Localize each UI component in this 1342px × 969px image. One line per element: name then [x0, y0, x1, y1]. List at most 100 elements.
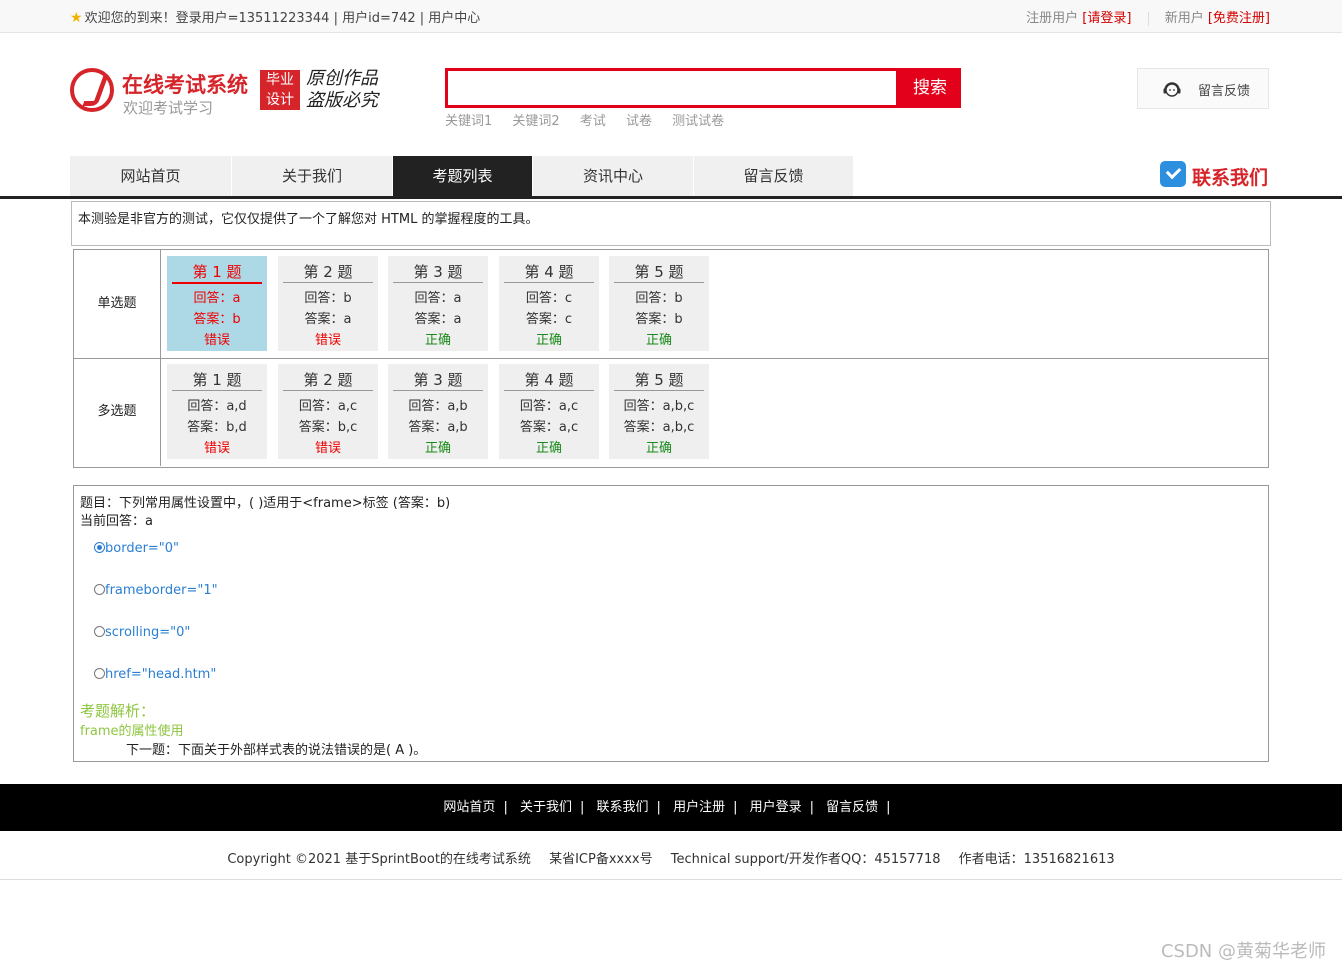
nav-item-feedback[interactable]: 留言反馈 — [694, 156, 854, 196]
nav-item-news[interactable]: 资讯中心 — [533, 156, 694, 196]
card-title: 第 4 题 — [504, 262, 594, 283]
option-radio[interactable]: scrolling="0" — [94, 625, 190, 640]
question-card[interactable]: 第 4 题 回答：a,c 答案：a,c 正确 — [499, 364, 599, 459]
keyword-link[interactable]: 关键词2 — [512, 114, 559, 129]
results-table: 单选题 第 1 题 回答：a 答案：b 错误 第 2 题 回答：b 答案：a 错… — [73, 249, 1269, 468]
footer-separator: | — [656, 800, 661, 815]
question-card[interactable]: 第 3 题 回答：a,b 答案：a,b 正确 — [388, 364, 488, 459]
badge-line-1: 毕业 — [266, 72, 294, 88]
card-correct: 答案：b,c — [298, 420, 358, 435]
card-answer: 回答：a,b — [408, 399, 468, 414]
footer-separator: | — [733, 800, 738, 815]
question-card[interactable]: 第 1 题 回答：a,d 答案：b,d 错误 — [167, 364, 267, 459]
option-radio[interactable]: border="0" — [94, 541, 179, 556]
question-card[interactable]: 第 2 题 回答：a,c 答案：b,c 错误 — [278, 364, 378, 459]
copyright-text: Copyright ©2021 基于SprintBoot的在线考试系统 — [227, 852, 531, 867]
phone-text: 作者电话：13516821613 — [958, 852, 1115, 867]
card-status: 错误 — [203, 333, 230, 348]
feedback-button[interactable]: 留言反馈 — [1137, 68, 1269, 109]
question-card[interactable]: 第 5 题 回答：b 答案：b 正确 — [609, 256, 709, 351]
option-label[interactable]: scrolling="0" — [105, 625, 190, 640]
logo-subtitle: 欢迎考试学习 — [123, 99, 214, 117]
welcome-message: ★ 欢迎您的到来！登录用户=13511223344 | 用户id=742 | 用户… — [70, 7, 480, 26]
question-card[interactable]: 第 5 题 回答：a,b,c 答案：a,b,c 正确 — [609, 364, 709, 459]
card-correct: 答案：a,b,c — [623, 420, 695, 435]
footer-link-contact[interactable]: 联系我们 — [597, 800, 649, 815]
slogan-line-2: 盗版必究 — [306, 90, 378, 111]
card-correct: 答案：b — [635, 312, 683, 327]
next-question-link[interactable]: 下一题：下面关于外部样式表的说法错误的是( A )。 — [126, 739, 426, 758]
card-status: 正确 — [424, 333, 451, 348]
headset-icon — [1163, 82, 1181, 97]
footer-separator: | — [503, 800, 508, 815]
keyword-link[interactable]: 测试试卷 — [672, 114, 724, 129]
search-button[interactable]: 搜索 — [899, 68, 961, 108]
card-correct: 答案：c — [525, 312, 573, 327]
nav-item-home[interactable]: 网站首页 — [70, 156, 232, 196]
card-status: 正确 — [535, 441, 562, 456]
keyword-link[interactable]: 考试 — [580, 114, 606, 129]
footer-link-feedback[interactable]: 留言反馈 — [826, 800, 878, 815]
card-title: 第 5 题 — [614, 262, 704, 283]
card-correct: 答案：a — [414, 312, 462, 327]
option-label[interactable]: border="0" — [105, 541, 179, 556]
footer-link-about[interactable]: 关于我们 — [520, 800, 572, 815]
card-title: 第 2 题 — [283, 370, 373, 391]
card-answer: 回答：b — [635, 291, 683, 306]
login-link[interactable]: [请登录] — [1082, 11, 1131, 26]
card-answer: 回答：b — [304, 291, 352, 306]
card-correct: 答案：a,b — [408, 420, 468, 435]
footer-separator: | — [886, 800, 891, 815]
icp-text: 某省ICP备xxxx号 — [549, 852, 653, 867]
nav-item-question-list[interactable]: 考题列表 — [393, 156, 533, 196]
divider — [1147, 11, 1149, 26]
radio-icon[interactable] — [94, 584, 105, 595]
account-links: 注册用户 [请登录] 新用户 [免费注册] — [1026, 7, 1270, 26]
question-card[interactable]: 第 1 题 回答：a 答案：b 错误 — [167, 256, 267, 351]
card-correct: 答案：b — [193, 312, 241, 327]
radio-icon[interactable] — [94, 626, 105, 637]
notice-box: 本测验是非官方的测试，它仅仅提供了一个了解您对 HTML 的掌握程度的工具。 — [71, 201, 1271, 246]
card-answer: 回答：a — [193, 291, 241, 306]
question-card[interactable]: 第 3 题 回答：a 答案：a 正确 — [388, 256, 488, 351]
hot-keywords: 关键词1 关键词2 考试 试卷 测试试卷 — [445, 110, 740, 129]
current-answer: 当前回答：a — [80, 514, 153, 529]
free-register-link[interactable]: [免费注册] — [1208, 11, 1270, 26]
option-radio[interactable]: frameborder="1" — [94, 583, 218, 598]
card-title: 第 3 题 — [393, 370, 483, 391]
graduation-badge: 毕业 设计 — [260, 70, 300, 110]
question-title: 题目：下列常用属性设置中，( )适用于<frame>标签 (答案：b) — [80, 496, 451, 511]
nav-divider — [0, 196, 1342, 199]
footer-link-login[interactable]: 用户登录 — [750, 800, 802, 815]
option-label[interactable]: href="head.htm" — [105, 667, 216, 682]
keyword-link[interactable]: 试卷 — [626, 114, 652, 129]
footer-separator: | — [809, 800, 815, 815]
card-status: 正确 — [645, 333, 672, 348]
option-radio[interactable]: href="head.htm" — [94, 667, 216, 682]
search-bar: 搜索 — [445, 68, 961, 108]
card-correct: 答案：b,d — [187, 420, 247, 435]
keyword-link[interactable]: 关键词1 — [445, 114, 492, 129]
nav-item-about[interactable]: 关于我们 — [232, 156, 393, 196]
radio-checked-icon[interactable] — [94, 542, 105, 553]
analysis-text: frame的属性使用 — [80, 724, 184, 739]
question-card[interactable]: 第 2 题 回答：b 答案：a 错误 — [278, 256, 378, 351]
feedback-label: 留言反馈 — [1198, 84, 1251, 99]
radio-icon[interactable] — [94, 668, 105, 679]
card-status: 正确 — [424, 441, 451, 456]
option-label[interactable]: frameborder="1" — [105, 583, 218, 598]
search-input[interactable] — [445, 68, 899, 108]
card-status: 正确 — [645, 441, 672, 456]
welcome-text[interactable]: 欢迎您的到来！登录用户=13511223344 | 用户id=742 | 用户中… — [85, 11, 481, 26]
card-answer: 回答：a — [414, 291, 462, 306]
footer-divider — [0, 879, 1342, 880]
site-logo[interactable]: 在线考试系统 欢迎考试学习 毕业 设计 原创作品 盗版必究 — [70, 68, 390, 118]
card-status: 错误 — [314, 333, 341, 348]
copyright-line: Copyright ©2021 基于SprintBoot的在线考试系统 某省IC… — [0, 848, 1342, 867]
logo-slogan: 原创作品 盗版必究 — [306, 68, 390, 112]
footer-link-home[interactable]: 网站首页 — [443, 800, 495, 815]
footer-link-register[interactable]: 用户注册 — [673, 800, 725, 815]
question-card[interactable]: 第 4 题 回答：c 答案：c 正确 — [499, 256, 599, 351]
card-status: 正确 — [535, 333, 562, 348]
card-answer: 回答：c — [525, 291, 573, 306]
